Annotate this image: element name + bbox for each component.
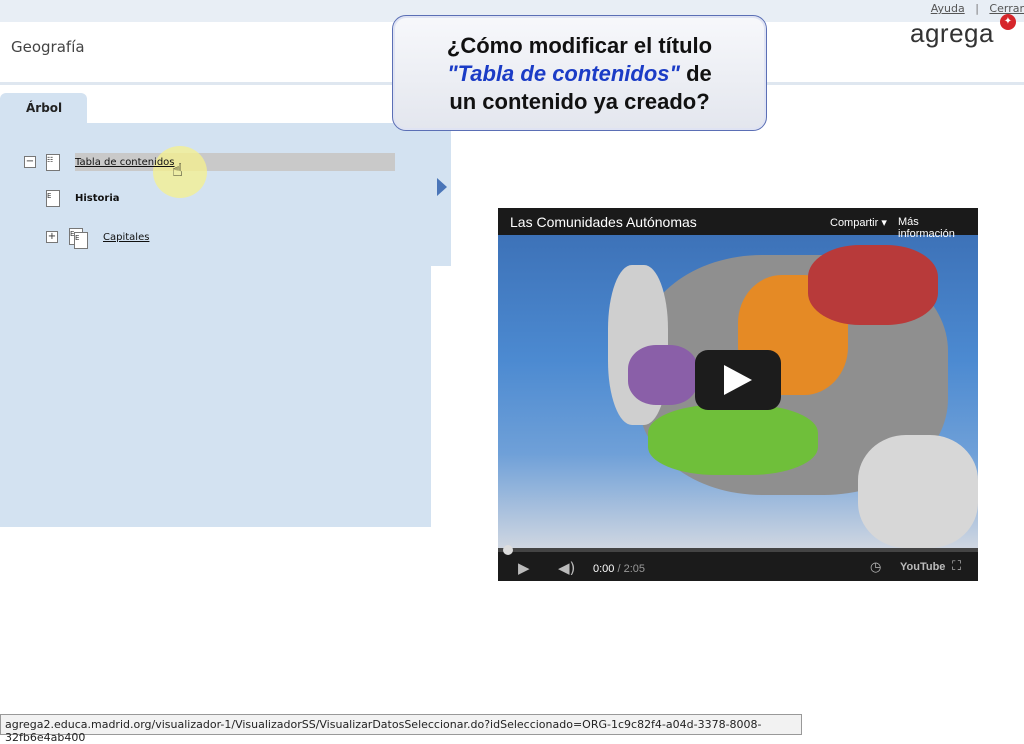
document-icon: E <box>46 190 60 207</box>
top-links: Ayuda | Cerrar <box>931 2 1024 15</box>
link-separator: | <box>975 2 979 15</box>
play-small-icon[interactable]: ▶ <box>518 559 530 577</box>
callout-line-1: ¿Cómo modificar el título <box>446 33 713 58</box>
watch-later-icon[interactable]: ◷ <box>870 560 881 575</box>
map-region-green <box>648 405 818 475</box>
callout-line-3: un contenido ya creado? <box>449 89 710 114</box>
video-title[interactable]: Las Comunidades Autónomas <box>510 214 697 230</box>
logo-badge-icon: ✦ <box>1000 14 1016 30</box>
hand-cursor-icon: ☝ <box>172 160 183 181</box>
collapse-toggle-icon[interactable]: − <box>24 156 36 168</box>
more-info-button[interactable]: Más información <box>898 216 978 240</box>
tree-panel-lower <box>0 266 431 527</box>
play-icon <box>724 365 752 395</box>
volume-icon[interactable]: ◀) <box>558 559 575 577</box>
panel-notch <box>431 256 451 266</box>
callout-line-2-rest: de <box>679 61 712 86</box>
tree-item-capitales[interactable]: Capitales <box>103 232 149 243</box>
agrega-logo: agrega <box>910 18 994 48</box>
document-group-icon-back: E <box>74 232 88 249</box>
callout-line-2: "Tabla de contenidos" de <box>393 60 766 88</box>
map-region-purple <box>628 345 698 405</box>
tab-label: Árbol <box>26 101 63 115</box>
callout-emphasis: "Tabla de contenidos" <box>447 61 680 86</box>
video-player[interactable]: Las Comunidades Autónomas Compartir ▾ Má… <box>498 208 978 581</box>
time-total: / 2:05 <box>617 563 646 575</box>
table-of-contents-icon: ☷ <box>46 154 60 171</box>
help-link[interactable]: Ayuda <box>931 2 965 15</box>
share-button[interactable]: Compartir ▾ <box>830 216 887 229</box>
status-bar: agrega2.educa.madrid.org/visualizador-1/… <box>0 714 802 744</box>
collapse-panel-arrow-icon[interactable] <box>437 178 447 196</box>
question-callout: ¿Cómo modificar el título "Tabla de cont… <box>392 15 767 131</box>
page-title: Geografía <box>11 38 85 56</box>
map-africa <box>858 435 978 548</box>
time-current: 0:00 <box>593 563 615 575</box>
tree-item-tabla-de-contenidos[interactable]: Tabla de contenidos <box>75 157 175 168</box>
time-display: 0:00 / 2:05 <box>593 563 645 575</box>
tree-panel <box>0 123 451 266</box>
fullscreen-icon[interactable]: ⛶ <box>952 559 961 574</box>
status-url: agrega2.educa.madrid.org/visualizador-1/… <box>5 718 762 744</box>
tab-arbol[interactable]: Árbol <box>0 93 87 124</box>
youtube-logo[interactable]: YouTube <box>900 561 945 573</box>
progress-bar[interactable] <box>498 548 978 552</box>
map-region-red <box>808 245 938 325</box>
share-label: Compartir <box>830 217 879 229</box>
expand-toggle-icon[interactable]: + <box>46 231 58 243</box>
video-title-bar: Las Comunidades Autónomas Compartir ▾ Má… <box>498 208 978 240</box>
progress-knob[interactable] <box>503 545 513 555</box>
tree-item-historia[interactable]: Historia <box>75 193 120 204</box>
